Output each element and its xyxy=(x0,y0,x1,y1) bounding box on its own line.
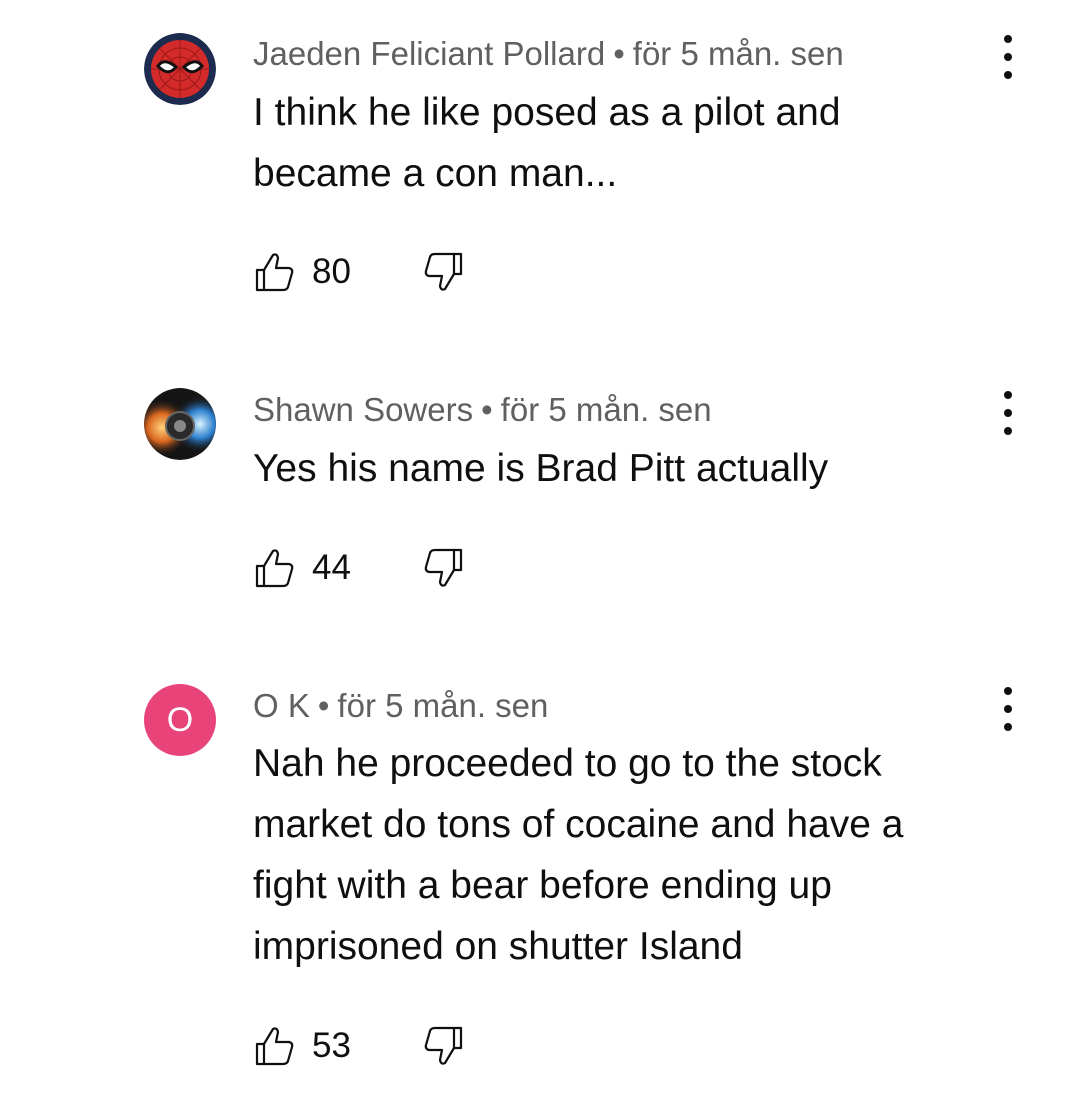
like-count: 53 xyxy=(312,1026,351,1065)
more-vertical-icon[interactable] xyxy=(990,683,1026,735)
thumbs-down-icon[interactable] xyxy=(423,1024,465,1068)
comment-time: för 5 mån. sen xyxy=(337,687,549,724)
avatar[interactable]: O xyxy=(144,684,216,756)
comment-item: O O K • för 5 mån. sen Nah he proceeded to… xyxy=(0,0,1080,1120)
separator-dot: • xyxy=(317,687,330,724)
comment-text: Nah he proceeded to go to the stock mark… xyxy=(253,742,904,968)
thumbs-up-icon[interactable] xyxy=(253,1024,295,1068)
author-name[interactable]: O K xyxy=(253,687,310,724)
comment-meta: O K • för 5 mån. sen xyxy=(253,686,548,726)
